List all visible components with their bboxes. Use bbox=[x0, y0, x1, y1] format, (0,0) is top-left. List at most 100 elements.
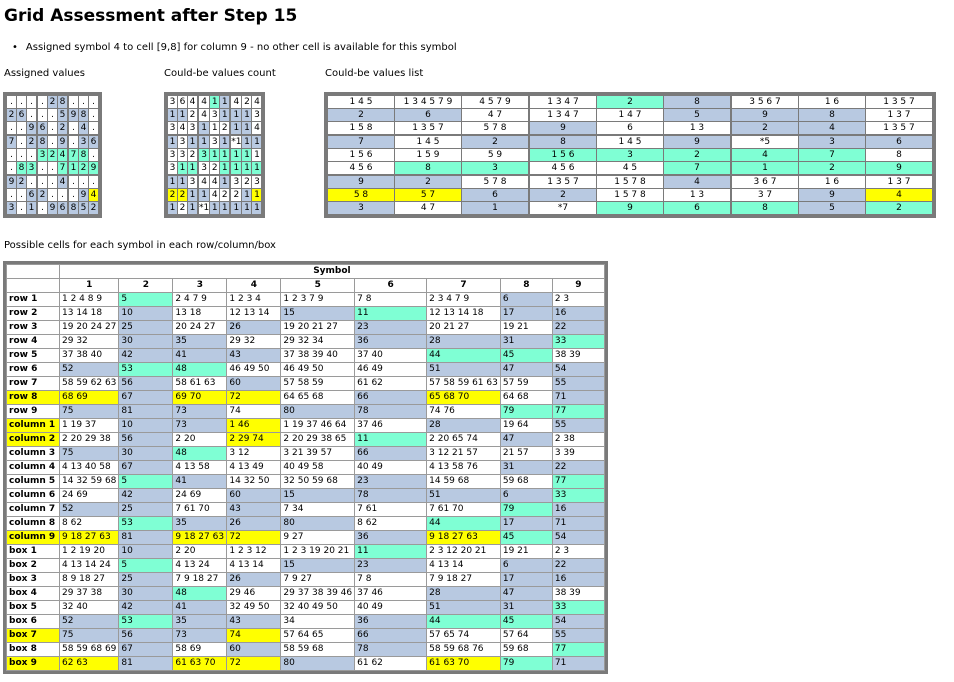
possible-cell: 15 bbox=[280, 306, 356, 321]
list-cell: 9 bbox=[596, 201, 664, 215]
possible-row-label: column 4 bbox=[6, 460, 60, 475]
possible-cell: 41 bbox=[172, 474, 228, 489]
assigned-cell: 8 bbox=[78, 148, 89, 162]
possible-cell: 36 bbox=[354, 334, 428, 349]
possible-cell: 26 bbox=[226, 320, 282, 335]
possible-cell: 42 bbox=[118, 348, 174, 363]
possible-row-label: row 1 bbox=[6, 292, 60, 307]
list-cell: 1 6 bbox=[798, 174, 866, 189]
assigned-cell: 8 bbox=[57, 95, 69, 109]
assigned-cell: 6 bbox=[16, 108, 27, 122]
list-cell: 2 bbox=[865, 201, 933, 215]
assigned-cell: . bbox=[57, 188, 69, 202]
list-cell: 4 bbox=[798, 121, 866, 136]
possible-cell: 72 bbox=[226, 656, 282, 671]
symbol-column-header: 8 bbox=[499, 278, 553, 293]
list-cell: *7 bbox=[528, 201, 597, 215]
count-cell: 2 bbox=[219, 121, 232, 136]
possible-cell: 5 bbox=[118, 474, 174, 489]
possible-cell: 20 21 27 bbox=[426, 320, 501, 335]
assigned-cell: . bbox=[67, 95, 79, 109]
possible-cell: 26 bbox=[226, 516, 282, 531]
corner-cell bbox=[6, 278, 60, 293]
possible-cell: 11 bbox=[354, 544, 428, 559]
possible-cell: 13 18 bbox=[172, 306, 228, 321]
possible-row-label: box 8 bbox=[6, 642, 60, 657]
assigned-grid-frame: ....28...26...598...96.2.4.7.28.9.36...3… bbox=[3, 92, 102, 218]
symbol-header: Symbol bbox=[59, 264, 605, 279]
assigned-cell: . bbox=[88, 108, 99, 122]
assigned-cell: . bbox=[36, 95, 48, 109]
possible-cell: 9 18 27 63 bbox=[172, 530, 228, 545]
possible-cell: 67 bbox=[118, 390, 174, 405]
possible-row: column 7 52 25 7 61 70 43 7 34 7 61 7 61 70 79 16 bbox=[6, 502, 605, 517]
assigned-cell: 1 bbox=[26, 201, 38, 215]
list-row: 925 7 81 3 5 71 5 7 843 6 71 61 3 7 bbox=[327, 174, 933, 189]
possible-row: box 11 2 19 20 10 2 20 1 2 3 12 1 2 3 19 20 … bbox=[6, 544, 605, 559]
possible-cell: 12 13 14 bbox=[226, 306, 282, 321]
possible-row: row 4 29 32 30 35 29 32 29 32 34 36 28 31 33 bbox=[6, 334, 605, 349]
possible-cell: 37 46 bbox=[354, 418, 428, 433]
possible-cell: 75 bbox=[58, 446, 120, 461]
possible-cell: 3 12 21 57 bbox=[426, 446, 501, 461]
count-cell: 3 bbox=[177, 134, 188, 149]
possible-cell: 32 49 50 bbox=[226, 600, 282, 615]
list-cell: 1 4 5 bbox=[327, 95, 395, 109]
possible-cell: 45 bbox=[499, 614, 553, 629]
list-cell: 1 3 4 7 bbox=[528, 95, 597, 109]
possible-cell: 22 bbox=[551, 320, 605, 335]
possible-cell: 8 62 bbox=[58, 516, 120, 531]
count-cell: 3 bbox=[187, 174, 199, 189]
possible-cell: 33 bbox=[551, 488, 605, 503]
assigned-cell: . bbox=[67, 188, 79, 202]
possible-row: row 7 58 59 62 63 56 58 61 63 60 57 58 59 61 6… bbox=[6, 376, 605, 391]
symbol-column-header: 9 bbox=[551, 278, 605, 293]
count-cell: 1 bbox=[219, 161, 232, 176]
possible-cell: 54 bbox=[551, 614, 605, 629]
possible-cell: 46 49 50 bbox=[226, 362, 282, 377]
possible-cell: 26 bbox=[226, 572, 282, 587]
possible-cell: 4 13 58 76 bbox=[426, 460, 501, 475]
count-cell: 3 bbox=[209, 108, 221, 122]
count-cell: 1 bbox=[251, 148, 263, 162]
possible-cell: 12 13 14 18 bbox=[426, 306, 501, 321]
assigned-row: ....28... bbox=[6, 95, 99, 109]
possible-cell: 53 bbox=[118, 614, 174, 629]
assigned-cell: . bbox=[88, 174, 99, 189]
possible-cell: 7 61 70 bbox=[172, 502, 228, 517]
possible-cell: 58 59 62 63 bbox=[58, 376, 120, 391]
possible-cell: 40 49 bbox=[354, 460, 428, 475]
possible-cell: 29 46 bbox=[226, 586, 282, 601]
possible-cell: 29 32 34 bbox=[280, 334, 356, 349]
possible-cell: 4 13 14 bbox=[426, 558, 501, 573]
list-cell: 1 3 bbox=[663, 121, 732, 136]
possible-cell: 66 bbox=[354, 628, 428, 643]
count-cell: 1 bbox=[241, 161, 253, 176]
assigned-cell: 2 bbox=[88, 201, 99, 215]
list-cell: 9 bbox=[663, 134, 732, 149]
possible-cell: 7 8 bbox=[354, 572, 428, 587]
possible-cell: 67 bbox=[118, 642, 174, 657]
possible-cell: 7 9 18 27 bbox=[172, 572, 228, 587]
list-cell: 2 bbox=[798, 161, 866, 176]
possible-cell: 57 59 bbox=[499, 376, 553, 391]
assigned-row: 7.28.9.36 bbox=[6, 134, 99, 149]
possible-cell: 2 3 12 20 21 bbox=[426, 544, 501, 559]
assigned-cell: 2 bbox=[78, 161, 89, 176]
possible-cell: 68 69 bbox=[58, 390, 120, 405]
list-cell: 6 bbox=[394, 108, 462, 122]
possible-cell: 4 13 24 bbox=[172, 558, 228, 573]
count-row: 332311111 bbox=[167, 148, 263, 162]
count-cell: 1 bbox=[167, 134, 178, 149]
possible-cell: 57 58 59 61 63 bbox=[426, 376, 501, 391]
possible-row: column 6 24 69 42 24 69 60 15 78 51 6 33 bbox=[6, 488, 605, 503]
list-cell: 5 8 bbox=[327, 188, 395, 202]
count-caption: Could-be values count bbox=[164, 68, 276, 79]
assigned-cell: 7 bbox=[6, 134, 17, 149]
list-cell: 4 5 6 bbox=[327, 161, 395, 176]
assigned-cell: . bbox=[88, 148, 99, 162]
possible-cell: 79 bbox=[499, 656, 553, 671]
possible-cells-frame: Symbol 1 2 3 4 5 6 7 8 9 row 11 2 4 8 952 4 7 91 2… bbox=[3, 261, 608, 674]
possible-cell: 19 21 bbox=[499, 544, 553, 559]
list-cell: 7 bbox=[327, 134, 395, 149]
